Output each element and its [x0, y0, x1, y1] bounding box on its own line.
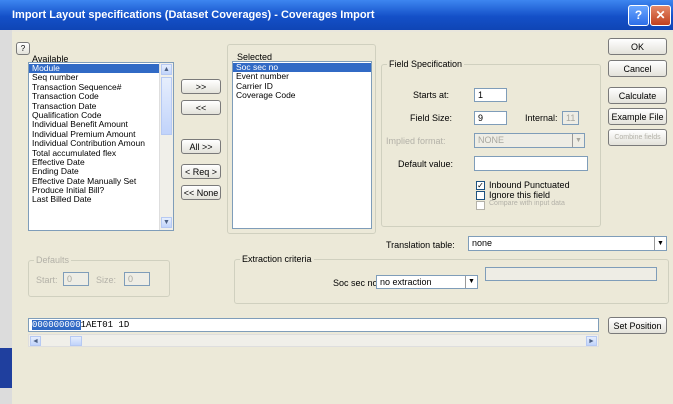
starts-at-field[interactable]: 1	[474, 88, 507, 102]
inbound-punctuated-label: Inbound Punctuated	[489, 180, 570, 190]
default-value-field[interactable]	[474, 156, 588, 171]
add-field-button[interactable]: >>	[181, 79, 221, 94]
list-item[interactable]: Transaction Sequence#	[29, 83, 159, 92]
translation-label: Translation table:	[386, 240, 455, 250]
cancel-button[interactable]: Cancel	[608, 60, 667, 77]
field-size-field[interactable]: 9	[474, 111, 507, 125]
chevron-down-icon[interactable]: ▼	[465, 276, 477, 288]
scroll-up-icon[interactable]: ▲	[161, 64, 172, 75]
ignore-field-label: Ignore this field	[489, 190, 551, 200]
extraction-value: no extraction	[380, 277, 432, 287]
context-help-button[interactable]: ?	[16, 42, 30, 55]
extraction-select[interactable]: no extraction ▼	[376, 275, 478, 289]
remove-field-button[interactable]: <<	[181, 100, 221, 115]
close-button[interactable]: ✕	[650, 5, 671, 26]
list-item[interactable]: Ending Date	[29, 167, 159, 176]
list-item[interactable]: Individual Premium Amount	[29, 130, 159, 139]
compare-input-label: Compare with input data	[489, 200, 565, 207]
list-item[interactable]: Qualification Code	[29, 111, 159, 120]
sample-record-field[interactable]: 0000000001AET01 1D	[28, 318, 599, 332]
translation-select[interactable]: none ▼	[468, 236, 667, 251]
compare-input-checkbox	[476, 201, 485, 210]
scroll-right-icon[interactable]: ►	[586, 336, 597, 346]
chevron-down-icon: ▼	[572, 134, 584, 147]
remove-all-button[interactable]: << None	[181, 185, 221, 200]
default-value-label: Default value:	[398, 159, 454, 169]
available-list[interactable]: Module Seq number Transaction Sequence# Tra…	[28, 62, 174, 231]
chevron-down-icon[interactable]: ▼	[654, 237, 666, 250]
implied-format-select: NONE ▼	[474, 133, 585, 148]
defaults-size-label: Size:	[96, 275, 117, 285]
field-spec-title: Field Specification	[387, 59, 465, 69]
sample-highlight: 000000000	[32, 320, 81, 330]
field-size-label: Field Size:	[410, 113, 453, 123]
defaults-start-label: Start:	[36, 275, 58, 285]
internal-label: Internal:	[525, 113, 558, 123]
window-title: Import Layout specifications (Dataset Co…	[12, 9, 375, 21]
list-item[interactable]: Transaction Code	[29, 92, 159, 101]
list-item[interactable]: Individual Benefit Amount	[29, 120, 159, 129]
defaults-start-field: 0	[63, 272, 89, 286]
sample-scrollbar[interactable]: ◄ ►	[28, 334, 599, 347]
inbound-punctuated-checkbox[interactable]: ✓	[476, 181, 485, 190]
list-item[interactable]: Carrier ID	[233, 82, 371, 91]
list-item[interactable]: Transaction Date	[29, 102, 159, 111]
list-item[interactable]: Produce Initial Bill?	[29, 186, 159, 195]
scroll-down-icon[interactable]: ▼	[161, 217, 172, 228]
implied-format-label: Implied format:	[386, 136, 446, 146]
example-file-button[interactable]: Example File	[608, 108, 667, 125]
list-item[interactable]: Individual Contribution Amoun	[29, 139, 159, 148]
list-item[interactable]: Total accumulated flex	[29, 149, 159, 158]
background-window-strip	[0, 30, 12, 404]
list-item[interactable]: Last Billed Date	[29, 195, 159, 204]
defaults-size-field: 0	[124, 272, 150, 286]
available-scrollbar[interactable]: ▲ ▼	[159, 63, 173, 230]
starts-at-label: Starts at:	[413, 90, 450, 100]
list-item[interactable]: Effective Date Manually Set	[29, 177, 159, 186]
extraction-extra-field	[485, 267, 657, 281]
ok-button[interactable]: OK	[608, 38, 667, 55]
set-position-button[interactable]: Set Position	[608, 317, 667, 334]
combine-fields-button: Combine fields	[608, 129, 667, 146]
list-item[interactable]: Seq number	[29, 73, 159, 82]
required-button[interactable]: < Req >	[181, 164, 221, 179]
selected-list[interactable]: Soc sec no Event number Carrier ID Coverage…	[232, 61, 372, 229]
scroll-thumb[interactable]	[70, 336, 82, 346]
help-button[interactable]: ?	[628, 5, 649, 26]
list-item[interactable]: Coverage Code	[233, 91, 371, 100]
list-item[interactable]: Event number	[233, 72, 371, 81]
list-item[interactable]: Soc sec no	[233, 63, 371, 73]
implied-format-value: NONE	[478, 135, 505, 145]
ignore-field-checkbox[interactable]	[476, 191, 485, 200]
translation-value: none	[472, 238, 493, 248]
add-all-button[interactable]: All >>	[181, 139, 221, 154]
list-item[interactable]: Effective Date	[29, 158, 159, 167]
sample-rest: 1AET01 1D	[80, 320, 130, 330]
internal-field: 11	[562, 111, 579, 125]
list-item[interactable]: Module	[29, 64, 159, 74]
calculate-button[interactable]: Calculate	[608, 87, 667, 104]
scroll-left-icon[interactable]: ◄	[30, 336, 41, 346]
extraction-title: Extraction criteria	[240, 254, 314, 264]
extraction-field-label: Soc sec no:	[333, 278, 381, 288]
scroll-thumb[interactable]	[161, 77, 172, 135]
defaults-title: Defaults	[34, 255, 72, 265]
